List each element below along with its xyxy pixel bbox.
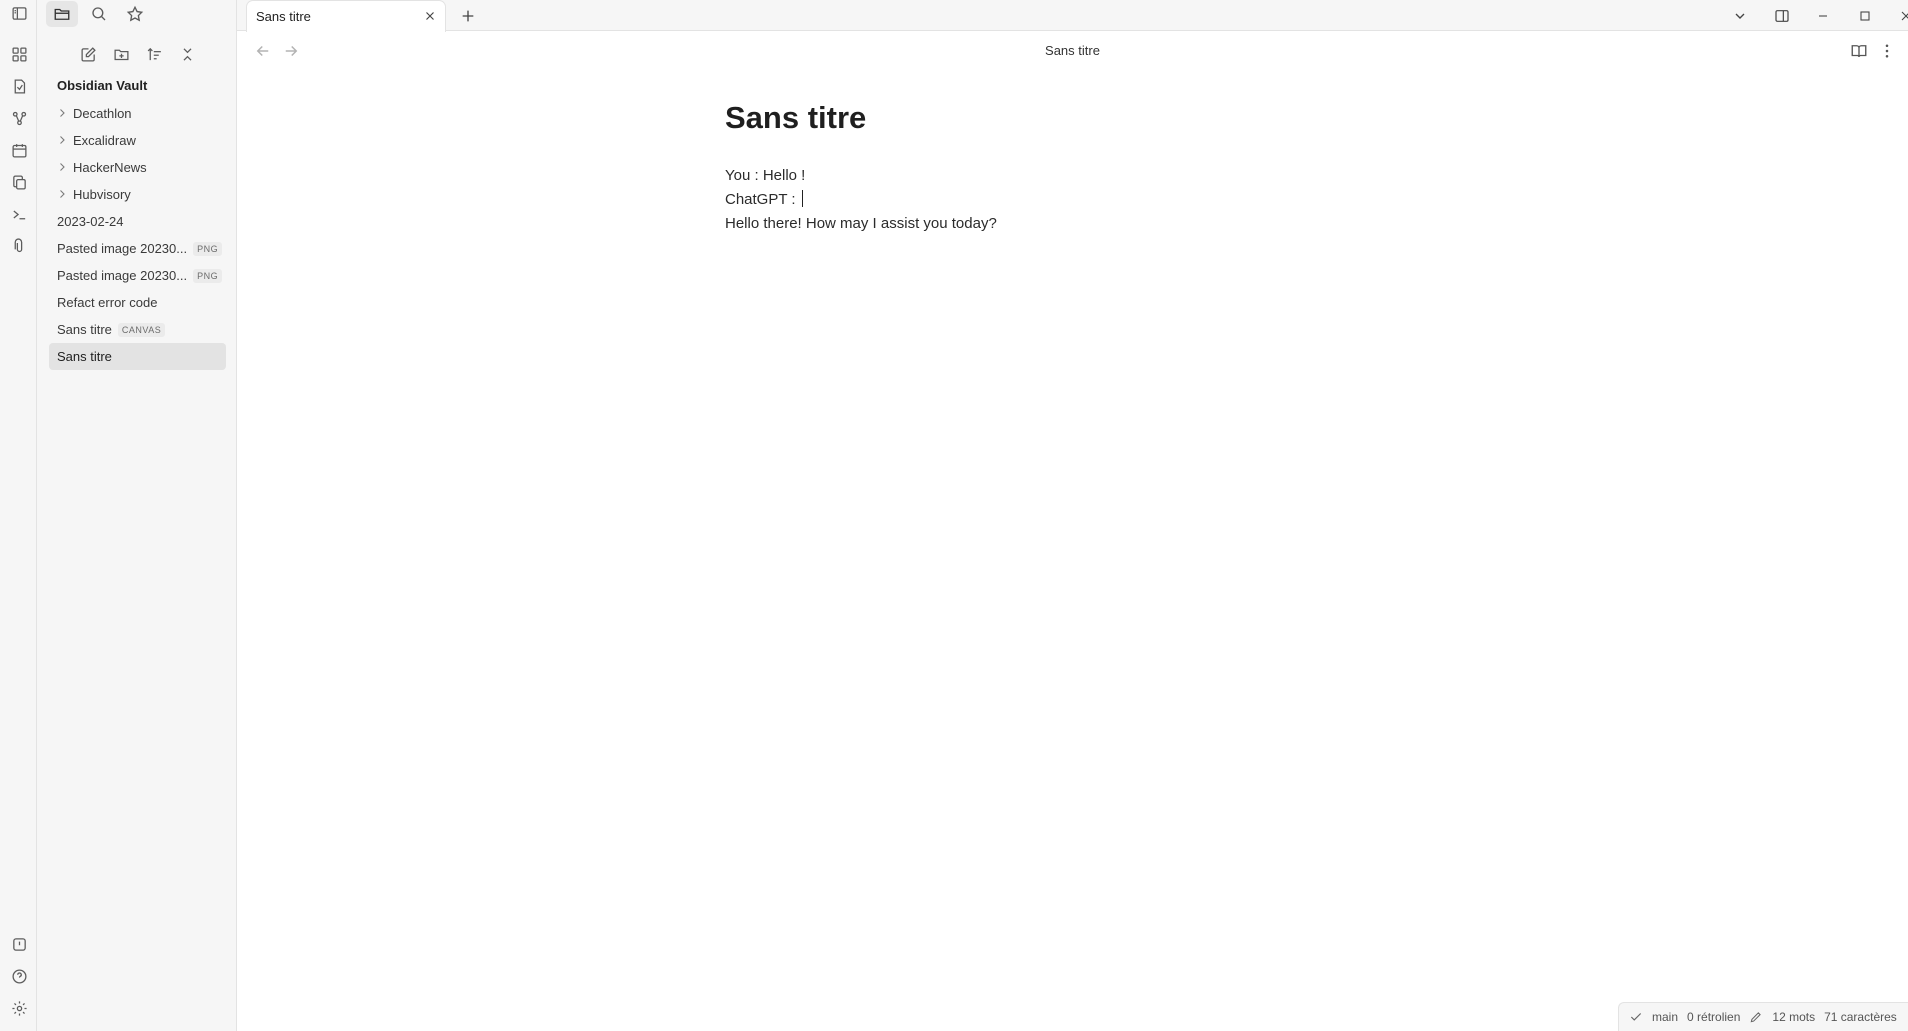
folder-item-decathlon[interactable]: Decathlon bbox=[49, 100, 226, 127]
file-explorer-sidebar: Obsidian Vault Decathlon Excalidraw Hack… bbox=[37, 0, 237, 1031]
tree-item-label: Refact error code bbox=[57, 295, 158, 310]
file-tree: Decathlon Excalidraw HackerNews Hubvisor… bbox=[49, 100, 226, 370]
sidebar-toggle-icon[interactable] bbox=[6, 0, 32, 26]
folder-item-hackernews[interactable]: HackerNews bbox=[49, 154, 226, 181]
note-line[interactable]: Hello there! How may I assist you today? bbox=[725, 212, 1425, 236]
folder-item-excalidraw[interactable]: Excalidraw bbox=[49, 127, 226, 154]
terminal-icon[interactable] bbox=[6, 201, 32, 227]
file-item-pasted-image-2[interactable]: Pasted image 20230... PNG bbox=[49, 262, 226, 289]
close-tab-icon[interactable] bbox=[423, 9, 437, 23]
search-icon[interactable] bbox=[83, 1, 115, 27]
git-branch-label[interactable]: main bbox=[1652, 1010, 1678, 1024]
folder-icon[interactable] bbox=[46, 1, 78, 27]
sort-icon[interactable] bbox=[141, 41, 167, 67]
view-header: Sans titre bbox=[237, 31, 1908, 71]
chevron-right-icon bbox=[60, 136, 65, 144]
tree-item-label: Sans titre bbox=[57, 322, 112, 337]
tree-item-label: Decathlon bbox=[73, 106, 132, 121]
reading-view-book-icon[interactable] bbox=[1850, 42, 1868, 60]
tree-item-label: 2023-02-24 bbox=[57, 214, 124, 229]
text-caret bbox=[801, 190, 803, 207]
chevron-right-icon bbox=[60, 190, 65, 198]
file-type-badge: PNG bbox=[193, 241, 223, 256]
file-item-2023-02-24[interactable]: 2023-02-24 bbox=[49, 208, 226, 235]
maximize-icon[interactable] bbox=[1854, 5, 1876, 27]
tree-item-label: Hubvisory bbox=[73, 187, 131, 202]
tree-item-label: Pasted image 20230... bbox=[57, 268, 188, 283]
tab-title: Sans titre bbox=[256, 9, 311, 24]
new-note-icon[interactable] bbox=[75, 41, 101, 67]
view-title[interactable]: Sans titre bbox=[237, 43, 1908, 58]
more-options-icon[interactable] bbox=[1878, 42, 1896, 60]
character-count: 71 caractères bbox=[1824, 1010, 1897, 1024]
copy-icon[interactable] bbox=[6, 169, 32, 195]
ribbon bbox=[0, 0, 37, 1031]
settings-icon[interactable] bbox=[6, 995, 32, 1021]
obsidian-window: Obsidian Vault Decathlon Excalidraw Hack… bbox=[0, 0, 1908, 1031]
file-item-pasted-image-1[interactable]: Pasted image 20230... PNG bbox=[49, 235, 226, 262]
file-type-badge: PNG bbox=[193, 268, 223, 283]
folder-item-hubvisory[interactable]: Hubvisory bbox=[49, 181, 226, 208]
star-icon[interactable] bbox=[119, 1, 151, 27]
edit-pencil-icon[interactable] bbox=[1749, 1010, 1763, 1024]
chevron-right-icon bbox=[60, 109, 65, 117]
tab-list-chevron-down-icon[interactable] bbox=[1729, 5, 1751, 27]
file-item-refact-error-code[interactable]: Refact error code bbox=[49, 289, 226, 316]
close-window-icon[interactable] bbox=[1895, 5, 1908, 27]
backlinks-count[interactable]: 0 rétrolien bbox=[1687, 1010, 1740, 1024]
file-item-sans-titre-active[interactable]: Sans titre bbox=[49, 343, 226, 370]
tree-item-label: Excalidraw bbox=[73, 133, 136, 148]
vault-name[interactable]: Obsidian Vault bbox=[57, 78, 147, 93]
note-line-with-caret[interactable]: ChatGPT : bbox=[725, 188, 1425, 212]
right-sidebar-toggle-icon[interactable] bbox=[1771, 5, 1793, 27]
note-icon[interactable] bbox=[6, 73, 32, 99]
paperclip-icon[interactable] bbox=[6, 233, 32, 259]
check-icon bbox=[1630, 1013, 1642, 1021]
tree-item-label: Sans titre bbox=[57, 349, 112, 364]
status-bar: main 0 rétrolien 12 mots 71 caractères bbox=[1618, 1002, 1908, 1031]
new-tab-plus-icon[interactable] bbox=[457, 5, 479, 27]
help-icon[interactable] bbox=[6, 963, 32, 989]
sidebar-tab-strip bbox=[37, 0, 236, 30]
file-type-badge: CANVAS bbox=[117, 322, 166, 337]
word-count: 12 mots bbox=[1772, 1010, 1816, 1024]
graph-icon[interactable] bbox=[6, 105, 32, 131]
new-folder-icon[interactable] bbox=[108, 41, 134, 67]
note-line[interactable]: You : Hello ! bbox=[725, 164, 1425, 188]
tab-sans-titre[interactable]: Sans titre bbox=[246, 0, 446, 32]
calendar-icon[interactable] bbox=[6, 137, 32, 163]
tree-item-label: HackerNews bbox=[73, 160, 147, 175]
vault-switch-icon[interactable] bbox=[6, 931, 32, 957]
note-title[interactable]: Sans titre bbox=[725, 100, 1425, 136]
note-body[interactable]: You : Hello ! ChatGPT : Hello there! How… bbox=[725, 164, 1425, 236]
chevron-right-icon bbox=[60, 163, 65, 171]
minimize-icon[interactable] bbox=[1812, 5, 1834, 27]
note-editor[interactable]: Sans titre You : Hello ! ChatGPT : Hello… bbox=[725, 100, 1425, 236]
file-item-sans-titre-canvas[interactable]: Sans titre CANVAS bbox=[49, 316, 226, 343]
collapse-all-icon[interactable] bbox=[174, 41, 200, 67]
tree-item-label: Pasted image 20230... bbox=[57, 241, 188, 256]
note-line[interactable]: ChatGPT : bbox=[725, 191, 796, 208]
dashboard-icon[interactable] bbox=[6, 41, 32, 67]
tab-bar: Sans titre bbox=[237, 0, 1908, 32]
